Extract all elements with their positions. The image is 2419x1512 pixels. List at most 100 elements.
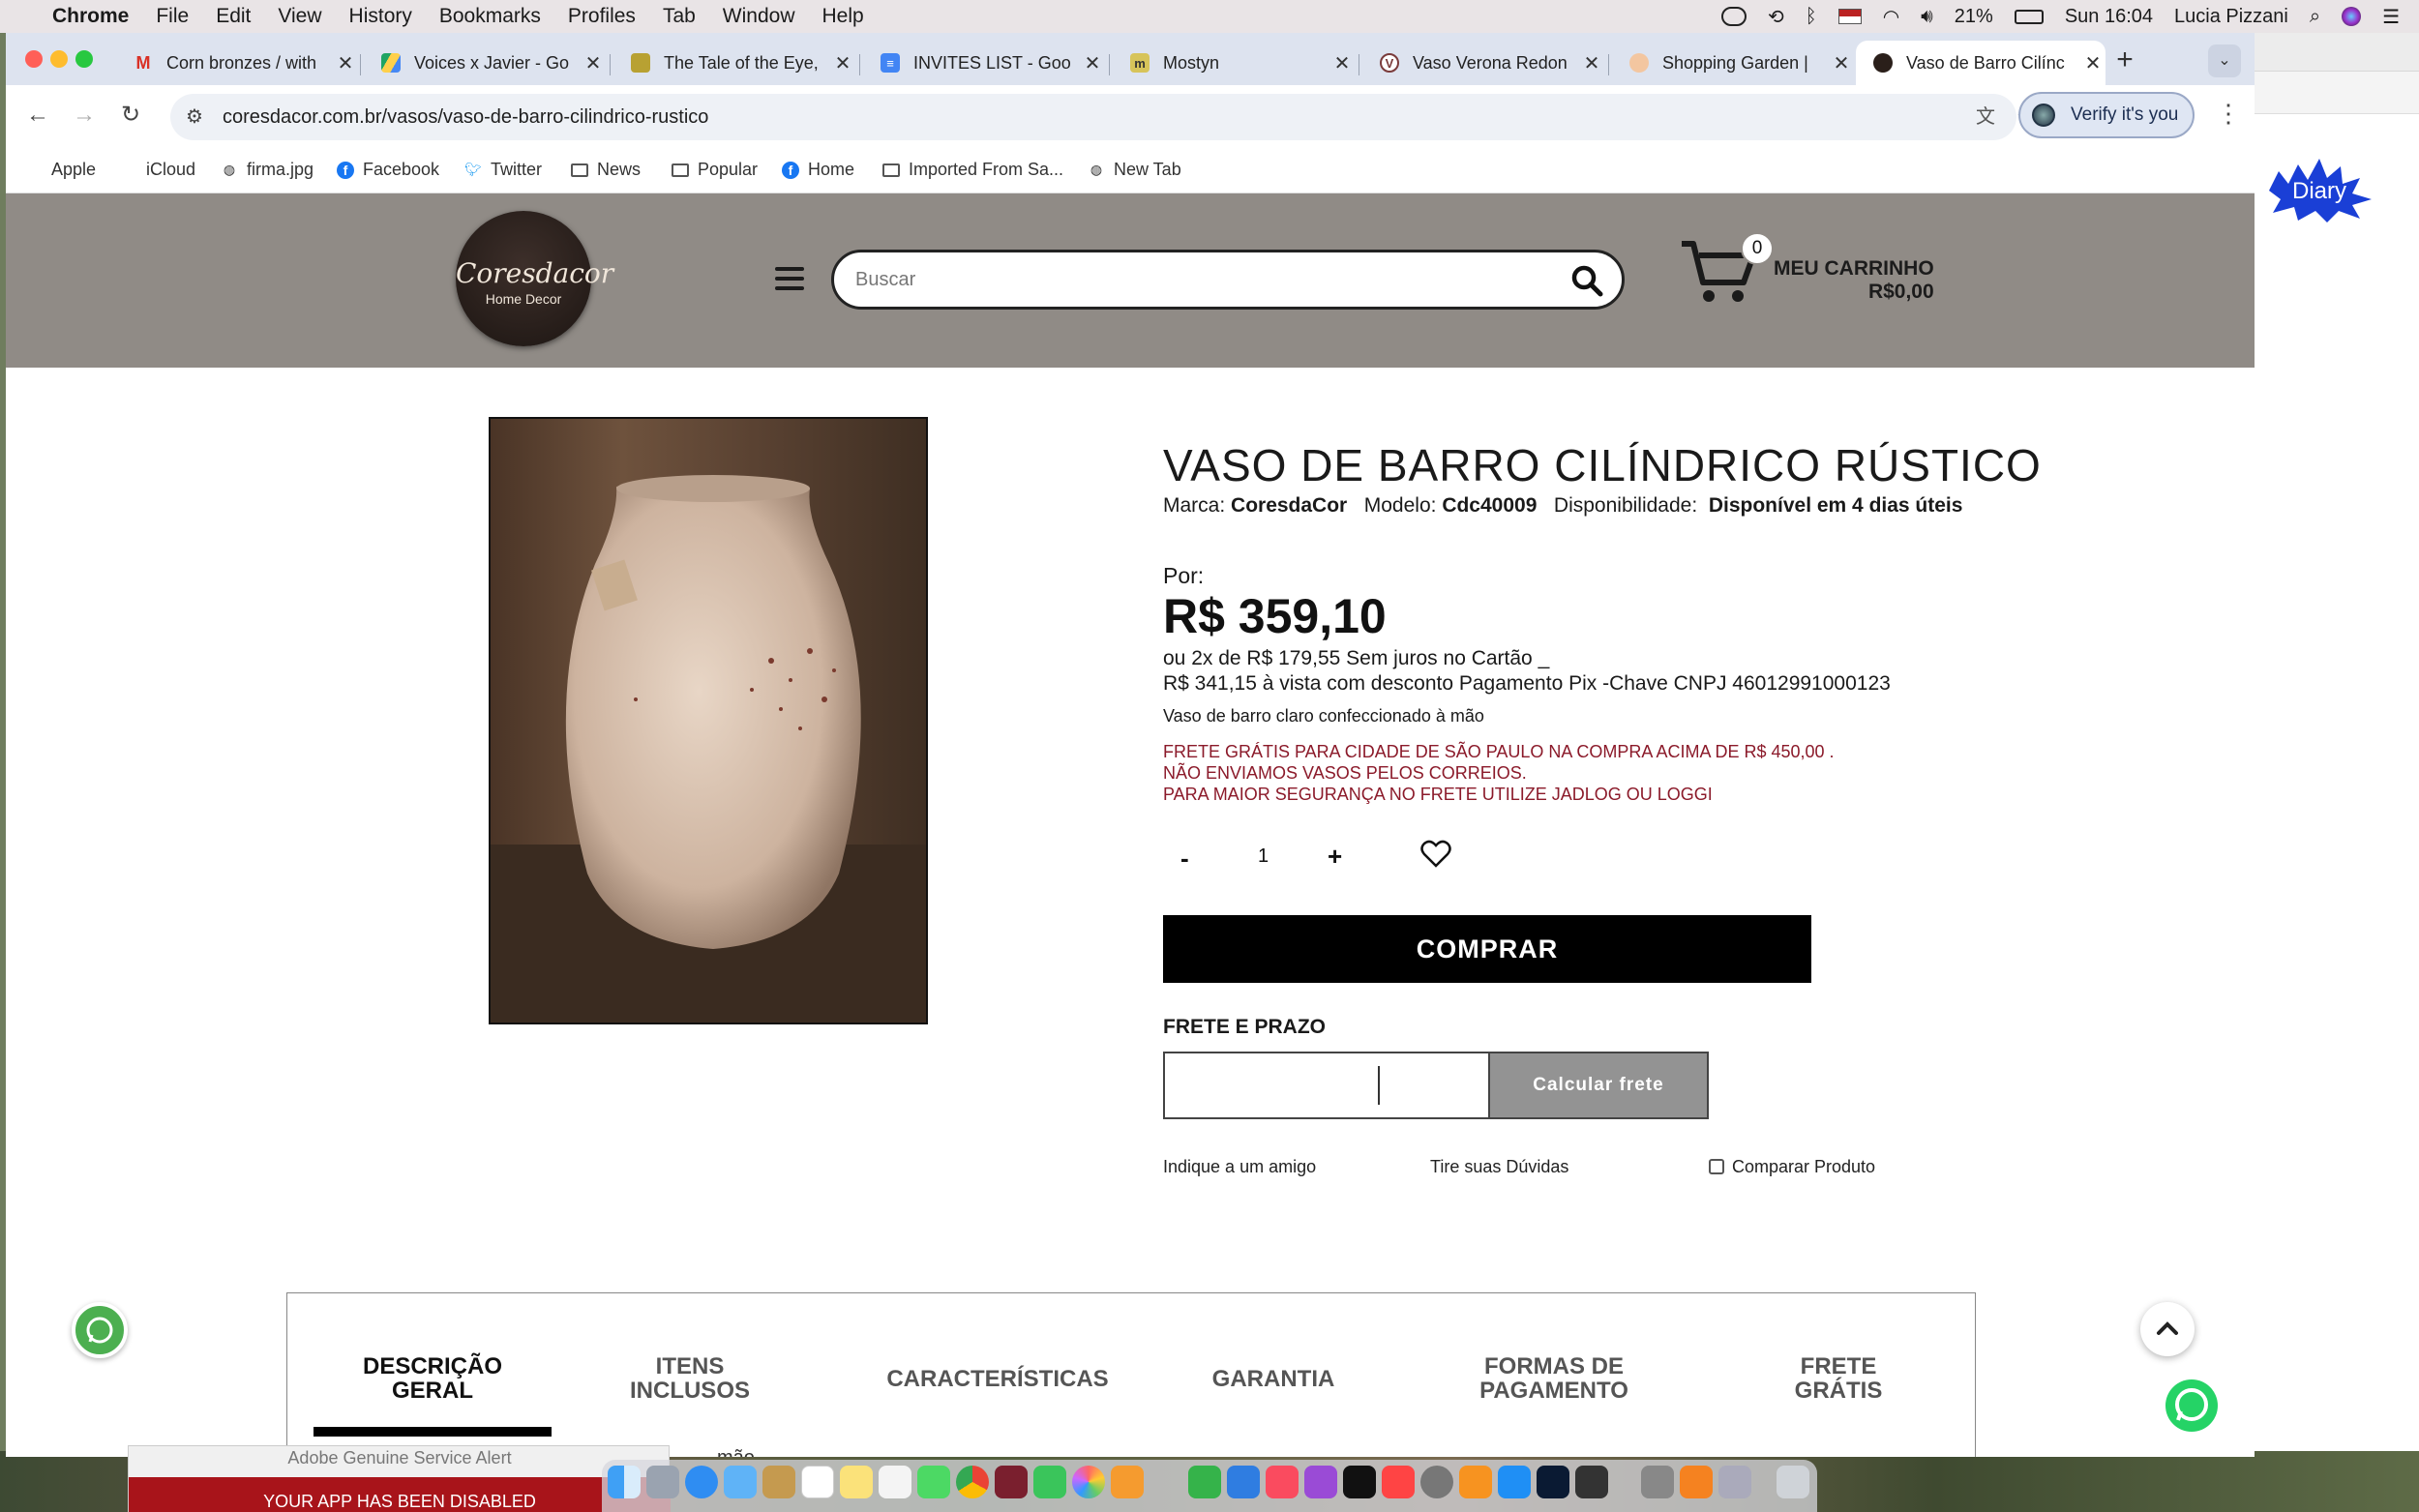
bookmark-facebook[interactable]: f Facebook <box>337 160 439 180</box>
siri-icon[interactable] <box>2342 7 2362 26</box>
menu-bookmarks[interactable]: Bookmarks <box>439 5 541 28</box>
tab-formas-de-pagamento[interactable]: FORMAS DE PAGAMENTO <box>1448 1354 1660 1403</box>
clock[interactable]: Sun 16:04 <box>2065 6 2153 28</box>
compare-checkbox[interactable] <box>1709 1159 1724 1174</box>
tab-vaso-verona[interactable]: V Vaso Verona Redon ✕ <box>1362 41 1604 85</box>
verify-profile-button[interactable]: Verify it's you <box>2018 92 2195 138</box>
vlc-icon[interactable] <box>1680 1466 1713 1498</box>
app-store-icon[interactable] <box>1498 1466 1531 1498</box>
messages-icon[interactable] <box>917 1466 950 1498</box>
reminders-icon[interactable] <box>879 1466 911 1498</box>
menu-profiles[interactable]: Profiles <box>568 5 636 28</box>
bluetooth-icon[interactable]: ᛒ <box>1806 6 1817 28</box>
cep-input[interactable] <box>1163 1052 1488 1119</box>
spotlight-icon[interactable]: ⌕ <box>2310 6 2320 28</box>
safari-icon[interactable] <box>685 1466 718 1498</box>
pages-icon[interactable] <box>1111 1466 1144 1498</box>
minimize-window-button[interactable] <box>50 50 68 68</box>
bookmark-folder-imported[interactable]: Imported From Sa... <box>882 160 1063 180</box>
product-image[interactable] <box>489 417 928 1024</box>
compare-product-toggle[interactable]: Comparar Produto <box>1709 1157 1875 1177</box>
hamburger-menu-icon[interactable] <box>775 267 804 290</box>
menu-help[interactable]: Help <box>822 5 864 28</box>
bookmark-apple[interactable]: Apple <box>25 160 96 180</box>
bookmark-folder-popular[interactable]: Popular <box>672 160 758 180</box>
site-info-icon[interactable]: ⚙ <box>186 94 203 140</box>
books-icon[interactable] <box>1459 1466 1492 1498</box>
close-tab-icon[interactable]: ✕ <box>1080 51 1105 75</box>
news-icon[interactable] <box>1382 1466 1415 1498</box>
menu-view[interactable]: View <box>278 5 321 28</box>
buy-button[interactable]: COMPRAR <box>1163 915 1811 983</box>
close-tab-icon[interactable]: ✕ <box>1829 51 1854 75</box>
wifi-icon[interactable]: ◠ <box>1883 5 1899 29</box>
chrome-icon[interactable] <box>956 1466 989 1498</box>
numbers-icon[interactable] <box>1188 1466 1221 1498</box>
tab-gmail[interactable]: M Corn bronzes / with ✕ <box>116 41 358 85</box>
flag-icon[interactable] <box>1837 9 1862 24</box>
bookmark-folder-news[interactable]: News <box>571 160 641 180</box>
close-tab-icon[interactable]: ✕ <box>333 51 358 75</box>
keynote-icon[interactable] <box>1227 1466 1260 1498</box>
menu-file[interactable]: File <box>156 5 189 28</box>
site-logo[interactable]: Coresdacor Home Decor <box>456 211 613 346</box>
whatsapp-chat-button[interactable] <box>2165 1379 2218 1432</box>
wishlist-heart-icon[interactable] <box>1420 840 1451 869</box>
trash-icon[interactable] <box>1777 1466 1809 1498</box>
bookmark-twitter[interactable]: 🐦︎ Twitter <box>464 160 542 180</box>
close-tab-icon[interactable]: ✕ <box>1329 51 1355 75</box>
tab-mostyn[interactable]: m Mostyn ✕ <box>1113 41 1355 85</box>
close-tab-icon[interactable]: ✕ <box>581 51 606 75</box>
tab-invites-list[interactable]: ≡ INVITES LIST - Goo ✕ <box>863 41 1105 85</box>
scroll-to-top-button[interactable] <box>2140 1302 2195 1356</box>
tab-search-chevron-icon[interactable]: ⌄ <box>2208 44 2241 77</box>
tab-descricao-geral[interactable]: DESCRIÇÃO GERAL <box>314 1354 552 1403</box>
creative-cloud-icon[interactable] <box>1720 7 1747 26</box>
tab-tale-of-the-eye[interactable]: The Tale of the Eye, ✕ <box>613 41 855 85</box>
bookmark-firma[interactable]: ◍ firma.jpg <box>221 160 314 180</box>
forward-button[interactable]: → <box>68 99 101 132</box>
calculate-shipping-button[interactable]: Calcular frete <box>1488 1052 1709 1119</box>
menu-tab[interactable]: Tab <box>663 5 696 28</box>
tab-vaso-de-barro[interactable]: Vaso de Barro Cilínc ✕ <box>1856 41 2105 85</box>
chrome-menu-icon[interactable]: ⋮ <box>2216 99 2241 129</box>
search-icon[interactable] <box>1569 263 1604 298</box>
scanner-icon[interactable] <box>1718 1466 1751 1498</box>
close-tab-icon[interactable]: ✕ <box>830 51 855 75</box>
battery-percent[interactable]: 21% <box>1955 6 1993 28</box>
notes-app-icon[interactable] <box>762 1466 795 1498</box>
system-settings-icon[interactable] <box>1420 1466 1453 1498</box>
bookmark-icloud[interactable]: iCloud <box>120 160 195 180</box>
reload-button[interactable]: ↻ <box>114 99 147 132</box>
finder-icon[interactable] <box>608 1466 641 1498</box>
quantity-input[interactable]: 1 <box>1258 845 1269 868</box>
back-button[interactable]: ← <box>21 99 54 132</box>
close-tab-icon[interactable]: ✕ <box>2080 51 2105 75</box>
new-tab-button[interactable]: + <box>2107 43 2142 77</box>
apple-tv-icon[interactable] <box>1343 1466 1376 1498</box>
tab-garantia[interactable]: GARANTIA <box>1186 1367 1360 1391</box>
photo-booth-icon[interactable] <box>995 1466 1028 1498</box>
zoom-window-button[interactable] <box>75 50 93 68</box>
tab-itens-inclusos[interactable]: ITENS INCLUSOS <box>579 1354 801 1403</box>
music-icon[interactable] <box>1266 1466 1299 1498</box>
final-cut-icon[interactable] <box>1575 1466 1608 1498</box>
whatsapp-floating-button[interactable] <box>72 1302 128 1358</box>
cart-summary[interactable]: MEU CARRINHO R$0,00 <box>1774 257 1934 304</box>
translate-icon[interactable]: 文 <box>1976 94 1995 140</box>
photos-icon[interactable] <box>1072 1466 1105 1498</box>
volume-icon[interactable]: 🔊︎ <box>1921 6 1933 28</box>
questions-link[interactable]: Tire suas Dúvidas <box>1430 1157 1568 1177</box>
adobe-alert-window[interactable]: Adobe Genuine Service Alert YOUR APP HAS… <box>128 1445 671 1512</box>
diary-widget[interactable]: Diary <box>2259 157 2375 224</box>
launchpad-icon[interactable] <box>646 1466 679 1498</box>
app-menu[interactable]: Chrome <box>52 5 129 28</box>
mail-icon[interactable] <box>724 1466 757 1498</box>
photoshop-icon[interactable] <box>1537 1466 1569 1498</box>
bookmark-home[interactable]: f Home <box>782 160 854 180</box>
search-input[interactable]: Buscar <box>831 250 1625 310</box>
facetime-icon[interactable] <box>1033 1466 1066 1498</box>
quantity-decrease-button[interactable]: - <box>1180 844 1189 874</box>
url-field[interactable]: ⚙ coresdacor.com.br/vasos/vaso-de-barro-… <box>170 94 2036 140</box>
podcasts-icon[interactable] <box>1304 1466 1337 1498</box>
